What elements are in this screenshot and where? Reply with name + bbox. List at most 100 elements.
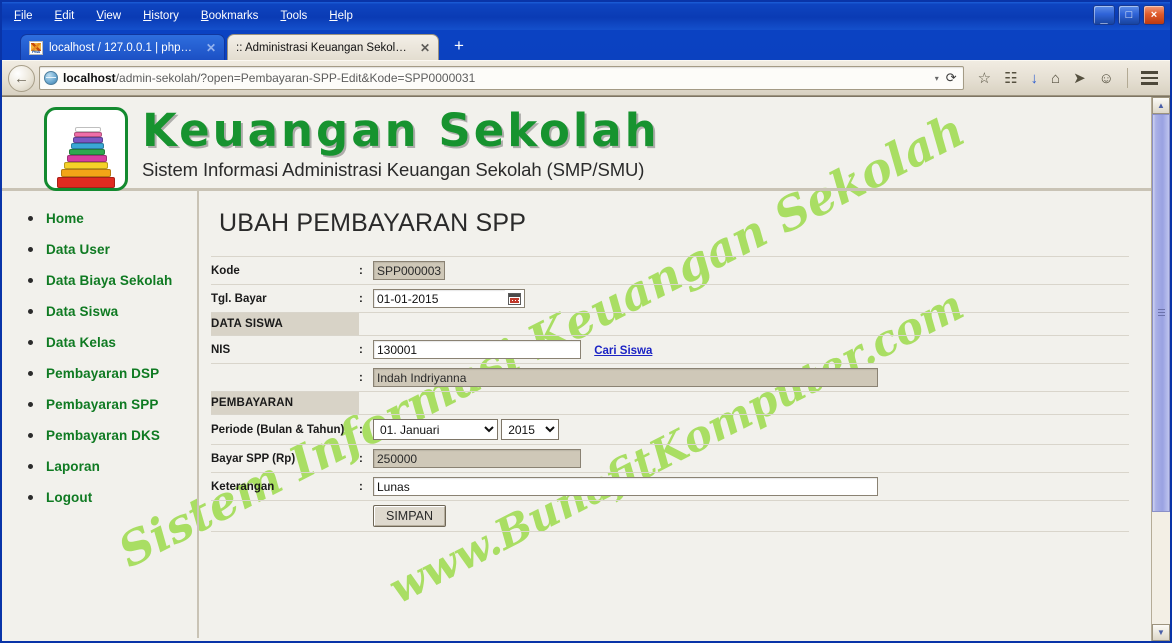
sidebar-item-label[interactable]: Pembayaran DKS xyxy=(46,428,160,443)
section-spacer xyxy=(359,391,373,415)
sidebar-item-pembayaran-dks[interactable]: Pembayaran DKS xyxy=(2,420,197,451)
section-header-data-siswa: DATA SISWA xyxy=(211,312,1129,336)
simpan-button[interactable]: SIMPAN xyxy=(373,505,446,527)
reading-list-icon[interactable]: ☷ xyxy=(1004,71,1017,86)
sidebar-item-label[interactable]: Pembayaran SPP xyxy=(46,397,158,412)
minimize-button[interactable]: _ xyxy=(1093,5,1115,25)
scroll-up-button[interactable]: ▲ xyxy=(1152,97,1170,114)
sidebar-item-data-biaya-sekolah[interactable]: Data Biaya Sekolah xyxy=(2,265,197,296)
menu-edit[interactable]: Edit xyxy=(55,9,75,23)
chevron-down-icon[interactable]: ▾ xyxy=(935,74,939,83)
kode-field-cell xyxy=(373,256,1129,285)
sidebar-item-data-kelas[interactable]: Data Kelas xyxy=(2,327,197,358)
back-button[interactable]: ← xyxy=(8,64,35,92)
tab-administrasi-keuangan[interactable]: :: Administrasi Keuangan Sekolah ... ✕ xyxy=(227,34,439,60)
sidebar-item-pembayaran-dsp[interactable]: Pembayaran DSP xyxy=(2,358,197,389)
section-spacer xyxy=(359,312,373,336)
tgl-bayar-field-cell xyxy=(373,284,1129,313)
maximize-icon: □ xyxy=(1125,9,1133,21)
menu-file[interactable]: File xyxy=(14,9,33,23)
menu-bar: File Edit View History Bookmarks Tools H… xyxy=(2,9,353,23)
colon: : xyxy=(359,472,373,501)
sidebar-item-pembayaran-spp[interactable]: Pembayaran SPP xyxy=(2,389,197,420)
menu-tools[interactable]: Tools xyxy=(280,9,307,23)
scrollbar-grip-icon xyxy=(1157,309,1165,317)
url-bar-actions: ▾ ⟳ xyxy=(935,70,959,86)
maximize-button[interactable]: □ xyxy=(1118,5,1140,25)
periode-bulan-select[interactable]: 01. Januari02. Februari03. Maret04. Apri… xyxy=(373,419,498,440)
sidebar-item-home[interactable]: Home xyxy=(2,203,197,234)
submit-spacer xyxy=(359,500,373,532)
tab-title: :: Administrasi Keuangan Sekolah ... xyxy=(236,41,412,54)
tgl-bayar-input[interactable] xyxy=(373,289,505,308)
globe-icon xyxy=(44,71,58,85)
downloads-icon[interactable]: ↓ xyxy=(1031,71,1039,86)
bookmark-star-icon[interactable]: ☆ xyxy=(978,71,991,86)
url-host: localhost xyxy=(63,71,116,85)
keterangan-field-cell xyxy=(373,472,1129,501)
brand-title: Keuangan Sekolah xyxy=(142,104,660,157)
sidebar-item-label[interactable]: Data User xyxy=(46,242,110,257)
sidebar-item-data-user[interactable]: Data User xyxy=(2,234,197,265)
sidebar: Home Data User Data Biaya Sekolah Data S… xyxy=(2,191,199,638)
cari-siswa-link[interactable]: Cari Siswa xyxy=(594,345,652,357)
keterangan-input[interactable] xyxy=(373,477,878,496)
share-icon[interactable]: ➤ xyxy=(1073,71,1086,86)
form-row-tgl-bayar: Tgl. Bayar : xyxy=(211,284,1129,313)
colon: : xyxy=(359,256,373,285)
minimize-icon: _ xyxy=(1100,10,1108,25)
menu-history[interactable]: History xyxy=(143,9,179,23)
tgl-bayar-label: Tgl. Bayar xyxy=(211,284,359,313)
tab-strip: localhost / 127.0.0.1 | phpMy... ✕ :: Ad… xyxy=(2,30,1170,60)
sidebar-nav: Home Data User Data Biaya Sekolah Data S… xyxy=(2,203,197,513)
sidebar-item-label[interactable]: Data Kelas xyxy=(46,335,116,350)
nis-input[interactable] xyxy=(373,340,581,359)
new-tab-button[interactable]: + xyxy=(447,36,471,58)
nama-siswa-input xyxy=(373,368,878,387)
submit-cell: SIMPAN xyxy=(373,500,1129,532)
sidebar-item-laporan[interactable]: Laporan xyxy=(2,451,197,482)
sidebar-item-data-siswa[interactable]: Data Siswa xyxy=(2,296,197,327)
close-icon: × xyxy=(1150,9,1158,21)
calendar-picker-button[interactable] xyxy=(505,289,525,308)
hamburger-menu-icon[interactable] xyxy=(1141,71,1158,85)
page-viewport: Sistem Informasi Keuangan Sekolah www.Bu… xyxy=(2,96,1170,641)
chevron-up-icon: ▲ xyxy=(1157,101,1165,110)
section-spacer xyxy=(373,312,1129,336)
sidebar-item-label[interactable]: Data Biaya Sekolah xyxy=(46,273,172,288)
url-bar[interactable]: localhost/admin-sekolah/?open=Pembayaran… xyxy=(39,66,964,90)
submit-spacer xyxy=(211,500,359,532)
scroll-down-button[interactable]: ▼ xyxy=(1152,624,1170,641)
close-button[interactable]: × xyxy=(1143,5,1165,25)
sidebar-item-label[interactable]: Pembayaran DSP xyxy=(46,366,159,381)
menu-bookmarks[interactable]: Bookmarks xyxy=(201,9,259,23)
kode-label: Kode xyxy=(211,256,359,285)
chevron-down-icon: ▼ xyxy=(1157,628,1165,637)
sidebar-item-logout[interactable]: Logout xyxy=(2,482,197,513)
tab-close-icon[interactable]: ✕ xyxy=(206,41,216,55)
url-text: localhost/admin-sekolah/?open=Pembayaran… xyxy=(63,71,475,85)
sidebar-item-label[interactable]: Home xyxy=(46,211,84,226)
tab-phpmyadmin[interactable]: localhost / 127.0.0.1 | phpMy... ✕ xyxy=(20,34,225,60)
sidebar-item-label[interactable]: Laporan xyxy=(46,459,100,474)
reload-icon[interactable]: ⟳ xyxy=(946,70,957,86)
sidebar-item-label[interactable]: Data Siswa xyxy=(46,304,118,319)
periode-label: Periode (Bulan & Tahun) xyxy=(211,414,359,445)
page-scrollbar[interactable]: ▲ ▼ xyxy=(1151,97,1170,641)
section-spacer xyxy=(373,391,1129,415)
periode-tahun-select[interactable]: 2013201420152016 xyxy=(501,419,560,440)
scrollbar-track[interactable] xyxy=(1152,114,1170,624)
window-controls: _ □ × xyxy=(1093,5,1165,25)
menu-help[interactable]: Help xyxy=(329,9,353,23)
scrollbar-thumb[interactable] xyxy=(1152,114,1170,512)
menu-view[interactable]: View xyxy=(96,9,121,23)
bayar-spp-input xyxy=(373,449,581,468)
tab-title: localhost / 127.0.0.1 | phpMy... xyxy=(49,41,198,54)
chat-icon[interactable]: ☺ xyxy=(1099,71,1114,86)
form-row-submit: SIMPAN xyxy=(211,500,1129,532)
home-icon[interactable]: ⌂ xyxy=(1051,71,1060,86)
calendar-icon xyxy=(508,292,521,305)
tab-close-icon[interactable]: ✕ xyxy=(420,41,430,55)
sidebar-item-label[interactable]: Logout xyxy=(46,490,92,505)
browser-window: File Edit View History Bookmarks Tools H… xyxy=(0,0,1172,643)
